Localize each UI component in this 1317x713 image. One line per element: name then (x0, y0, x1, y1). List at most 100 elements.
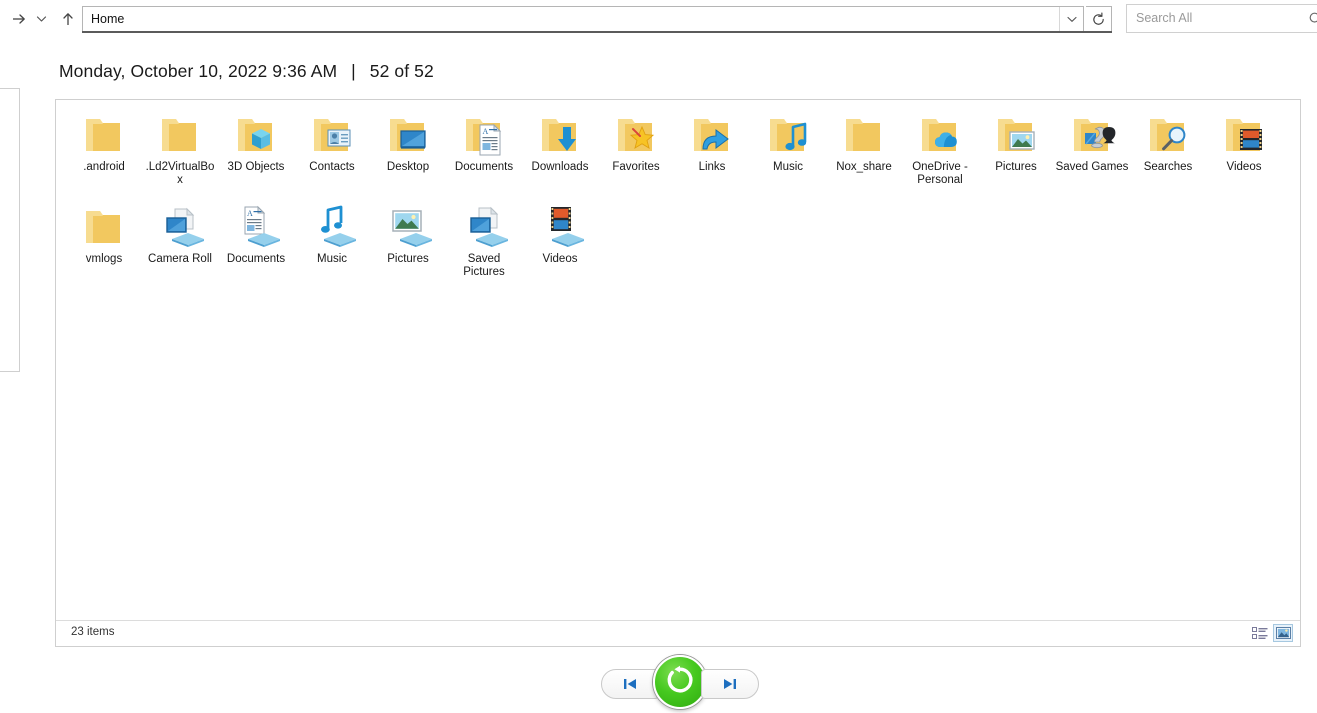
library-camera-roll-icon (156, 205, 204, 249)
file-item-label: 3D Objects (227, 161, 285, 173)
file-item[interactable]: .android (66, 109, 142, 201)
file-item-label: Searches (1143, 161, 1193, 173)
svg-text:A: A (483, 127, 489, 136)
folder-icon (80, 205, 128, 249)
version-navigation-bar (601, 655, 759, 709)
file-item-label: Nox_share (836, 161, 892, 173)
file-item-label: Music (316, 253, 348, 265)
icon-view-area[interactable]: .android .Ld2VirtualBox 3D Objects Conta… (56, 100, 1300, 621)
folder-3d-objects-icon (232, 113, 280, 157)
page-title: Monday, October 10, 2022 9:36 AM | 52 of… (59, 61, 434, 82)
library-saved-pictures-icon (460, 205, 508, 249)
file-item[interactable]: Videos (522, 201, 598, 293)
file-item[interactable]: Pictures (978, 109, 1054, 201)
search-input[interactable] (1134, 10, 1298, 26)
file-item-label: Videos (1226, 161, 1262, 173)
folder-documents-icon: A (460, 113, 508, 157)
restore-circular-arrow-icon (665, 665, 695, 700)
file-item-label: .android (83, 161, 125, 173)
address-bar-value: Home (91, 12, 125, 26)
file-item-label: Music (772, 161, 804, 173)
file-item-label: Documents (454, 161, 514, 173)
forward-arrow-icon[interactable] (8, 8, 30, 30)
file-item[interactable]: A Documents (218, 201, 294, 293)
folder-searches-icon (1144, 113, 1192, 157)
file-item[interactable]: Pictures (370, 201, 446, 293)
file-item-label: Contacts (309, 161, 355, 173)
file-item-label: Videos (542, 253, 578, 265)
file-item-label: Links (698, 161, 726, 173)
file-item[interactable]: OneDrive - Personal (902, 109, 978, 201)
file-item-label: Pictures (387, 253, 429, 265)
history-chevron-down-icon[interactable] (32, 9, 50, 29)
file-item-label: Documents (226, 253, 286, 265)
file-item[interactable]: .Ld2VirtualBox (142, 109, 218, 201)
file-item-label: .Ld2VirtualBox (145, 161, 215, 186)
address-bar-chevron-down-icon[interactable] (1059, 7, 1083, 31)
address-bar[interactable]: Home (82, 6, 1084, 32)
file-item[interactable]: Favorites (598, 109, 674, 201)
file-item[interactable]: A Documents (446, 109, 522, 201)
file-item[interactable]: Nox_share (826, 109, 902, 201)
file-item-label: OneDrive - Personal (912, 161, 968, 186)
file-item-label: Pictures (995, 161, 1037, 173)
large-icons-view-icon[interactable] (1273, 624, 1293, 642)
file-item[interactable]: Music (750, 109, 826, 201)
folder-contacts-icon (308, 113, 356, 157)
up-arrow-icon[interactable] (58, 8, 78, 30)
folder-onedrive-icon (916, 113, 964, 157)
folder-saved-games-icon (1068, 113, 1116, 157)
icon-grid: .android .Ld2VirtualBox 3D Objects Conta… (56, 100, 1300, 293)
file-item[interactable]: 3D Objects (218, 109, 294, 201)
library-pictures-icon (384, 205, 432, 249)
file-item[interactable]: Camera Roll (142, 201, 218, 293)
snapshot-datetime: Monday, October 10, 2022 9:36 AM (59, 61, 338, 81)
header-separator: | (351, 61, 356, 81)
file-item-label: Desktop (386, 161, 430, 173)
item-count-label: 23 items (71, 626, 115, 638)
details-view-icon[interactable] (1250, 624, 1270, 642)
file-item[interactable]: Saved Pictures (446, 201, 522, 293)
folder-icon (80, 113, 128, 157)
toolbar-underline (82, 31, 1112, 33)
file-list-panel: .android .Ld2VirtualBox 3D Objects Conta… (55, 99, 1301, 647)
status-bar: 23 items (56, 620, 1300, 646)
file-item[interactable]: Searches (1130, 109, 1206, 201)
file-item-label: Camera Roll (148, 253, 212, 265)
folder-pictures-icon (992, 113, 1040, 157)
file-item[interactable]: Downloads (522, 109, 598, 201)
folder-icon (840, 113, 888, 157)
folder-favorites-icon (612, 113, 660, 157)
file-item[interactable]: Videos (1206, 109, 1282, 201)
left-navigation-stub (0, 88, 20, 372)
file-item[interactable]: Contacts (294, 109, 370, 201)
restore-button[interactable] (653, 655, 707, 709)
file-item[interactable]: Desktop (370, 109, 446, 201)
folder-videos-icon (1220, 113, 1268, 157)
snapshot-counter: 52 of 52 (369, 61, 434, 81)
file-item-label: Downloads (531, 161, 589, 173)
search-icon[interactable] (1308, 11, 1317, 27)
folder-links-icon (688, 113, 736, 157)
file-item-label: Favorites (612, 161, 660, 173)
file-item[interactable]: Links (674, 109, 750, 201)
folder-music-icon (764, 113, 812, 157)
library-videos-icon (536, 205, 584, 249)
file-item-label: Saved Games (1055, 161, 1129, 173)
toolbar: Home (0, 0, 1317, 38)
library-music-icon (308, 205, 356, 249)
file-item-label: vmlogs (85, 253, 123, 265)
file-item[interactable]: vmlogs (66, 201, 142, 293)
file-item[interactable]: Music (294, 201, 370, 293)
next-version-button[interactable] (701, 669, 759, 699)
library-documents-icon: A (232, 205, 280, 249)
file-item-label: Saved Pictures (463, 253, 505, 278)
folder-downloads-icon (536, 113, 584, 157)
svg-text:A: A (247, 209, 253, 218)
view-toggle-group[interactable] (1250, 624, 1293, 642)
search-box[interactable] (1126, 4, 1317, 33)
folder-desktop-icon (384, 113, 432, 157)
file-item[interactable]: Saved Games (1054, 109, 1130, 201)
previous-version-button[interactable] (601, 669, 659, 699)
refresh-icon[interactable] (1086, 6, 1112, 32)
